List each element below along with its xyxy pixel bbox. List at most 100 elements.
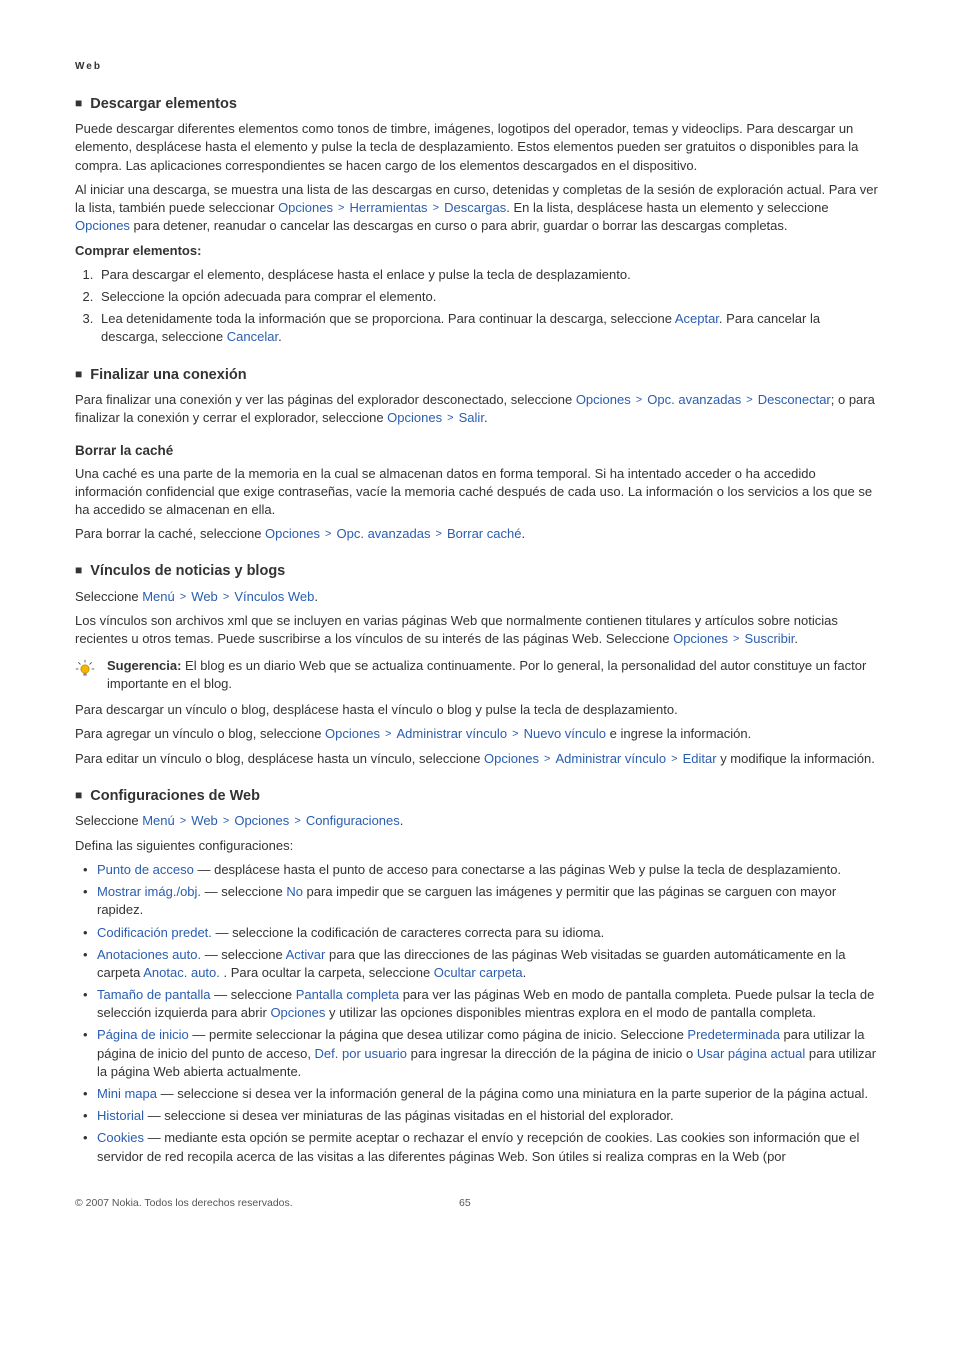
step-item: Lea detenidamente toda la información qu… bbox=[97, 310, 879, 346]
step-item: Para descargar el elemento, desplácese h… bbox=[97, 266, 879, 284]
option-value: Predeterminada bbox=[687, 1027, 780, 1042]
text: — desplácese hasta el punto de acceso pa… bbox=[194, 862, 841, 877]
path-separator: > bbox=[507, 728, 524, 740]
text: Para finalizar una conexión y ver las pá… bbox=[75, 392, 576, 407]
section-web-config: Configuraciones de Web bbox=[75, 786, 879, 806]
section-download-elements: Descargar elementos bbox=[75, 94, 879, 114]
page-footer: © 2007 Nokia. Todos los derechos reserva… bbox=[75, 1196, 879, 1211]
text: . bbox=[400, 813, 404, 828]
menu-path-link: Descargas bbox=[444, 200, 506, 215]
text: . bbox=[314, 589, 318, 604]
menu-path-link: Opciones bbox=[265, 526, 320, 541]
text: — seleccione si desea ver miniaturas de … bbox=[144, 1108, 674, 1123]
text: Para editar un vínculo o blog, despláces… bbox=[75, 751, 484, 766]
path-separator: > bbox=[333, 202, 350, 214]
menu-path-link: Opciones bbox=[234, 813, 289, 828]
para: Para borrar la caché, seleccione Opcione… bbox=[75, 525, 879, 543]
text: — mediante esta opción se permite acepta… bbox=[97, 1130, 859, 1163]
path-separator: > bbox=[218, 815, 235, 827]
text: . bbox=[484, 410, 488, 425]
option-value: Activar bbox=[286, 947, 326, 962]
path-separator: > bbox=[289, 815, 306, 827]
menu-path-link: Editar bbox=[683, 751, 717, 766]
list-item: Codificación predet. — seleccione la cod… bbox=[97, 924, 879, 942]
list-item: Mini mapa — seleccione si desea ver la i… bbox=[97, 1085, 879, 1103]
menu-path-link: Opciones bbox=[278, 200, 333, 215]
ordered-steps: Para descargar el elemento, desplácese h… bbox=[75, 266, 879, 347]
path-separator: > bbox=[539, 753, 556, 765]
subsection-clear-cache: Borrar la caché bbox=[75, 442, 879, 461]
text: — permite seleccionar la página que dese… bbox=[189, 1027, 688, 1042]
list-item: Anotaciones auto. — seleccione Activar p… bbox=[97, 946, 879, 982]
path-separator: > bbox=[218, 591, 235, 603]
menu-path-link: Web bbox=[191, 813, 218, 828]
text: — seleccione si desea ver la información… bbox=[157, 1086, 868, 1101]
option-value: Opciones bbox=[270, 1005, 325, 1020]
para: Puede descargar diferentes elementos com… bbox=[75, 120, 879, 175]
menu-path-link: Borrar caché bbox=[447, 526, 521, 541]
config-list: Punto de acceso — desplácese hasta el pu… bbox=[75, 861, 879, 1166]
text: — seleccione bbox=[201, 884, 286, 899]
config-key: Página de inicio bbox=[97, 1027, 189, 1042]
option-value: Anotac. auto. bbox=[143, 965, 220, 980]
menu-path-link: Herramientas bbox=[350, 200, 428, 215]
text: . bbox=[278, 329, 282, 344]
text: y utilizar las opciones disponibles mien… bbox=[325, 1005, 816, 1020]
sub-heading-buy: Comprar elementos: bbox=[75, 242, 879, 260]
menu-path-link: Suscribir bbox=[745, 631, 795, 646]
menu-path-link: Opciones bbox=[484, 751, 539, 766]
menu-path-link: Opc. avanzadas bbox=[337, 526, 431, 541]
para: Una caché es una parte de la memoria en … bbox=[75, 465, 879, 520]
menu-path-link: Opciones bbox=[325, 726, 380, 741]
option-value: Def. por usuario bbox=[315, 1046, 408, 1061]
step-item: Seleccione la opción adecuada para compr… bbox=[97, 288, 879, 306]
list-item: Punto de acceso — desplácese hasta el pu… bbox=[97, 861, 879, 879]
menu-path-link: Salir bbox=[459, 410, 484, 425]
option-cancel: Cancelar bbox=[227, 329, 278, 344]
menu-path-link: Opciones bbox=[576, 392, 631, 407]
page-number: 65 bbox=[459, 1196, 879, 1211]
running-header: Web bbox=[75, 60, 879, 74]
para: Para finalizar una conexión y ver las pá… bbox=[75, 391, 879, 428]
tip-label: Sugerencia: bbox=[107, 658, 185, 673]
menu-path-link: Web bbox=[191, 589, 218, 604]
tip-text: Sugerencia: El blog es un diario Web que… bbox=[107, 657, 879, 693]
config-key: Mostrar imág./obj. bbox=[97, 884, 201, 899]
text: Seleccione bbox=[75, 813, 142, 828]
text: — seleccione bbox=[210, 987, 295, 1002]
text: — seleccione bbox=[201, 947, 286, 962]
path-separator: > bbox=[175, 591, 192, 603]
option-value: Ocultar carpeta bbox=[434, 965, 523, 980]
menu-path-link: Menú bbox=[142, 589, 175, 604]
text: para ingresar la dirección de la página … bbox=[407, 1046, 697, 1061]
menu-path-link: Vínculos Web bbox=[234, 589, 314, 604]
list-item: Historial — seleccione si desea ver mini… bbox=[97, 1107, 879, 1125]
text: — seleccione la codificación de caracter… bbox=[212, 925, 604, 940]
path-separator: > bbox=[666, 753, 683, 765]
text: y modifique la información. bbox=[717, 751, 875, 766]
path-separator: > bbox=[442, 412, 459, 424]
config-key: Punto de acceso bbox=[97, 862, 194, 877]
section-end-connection: Finalizar una conexión bbox=[75, 365, 879, 385]
path-separator: > bbox=[320, 528, 337, 540]
list-item: Tamaño de pantalla — seleccione Pantalla… bbox=[97, 986, 879, 1022]
text: . bbox=[794, 631, 798, 646]
para: Al iniciar una descarga, se muestra una … bbox=[75, 181, 879, 236]
menu-path-link: Opc. avanzadas bbox=[647, 392, 741, 407]
path-separator: > bbox=[728, 633, 745, 645]
menu-path-link: Opciones bbox=[387, 410, 442, 425]
option-value: Usar página actual bbox=[697, 1046, 805, 1061]
config-key: Mini mapa bbox=[97, 1086, 157, 1101]
para: Seleccione Menú > Web > Vínculos Web. bbox=[75, 588, 879, 606]
text: . bbox=[523, 965, 527, 980]
text: para detener, reanudar o cancelar las de… bbox=[130, 218, 788, 233]
list-item: Mostrar imág./obj. — seleccione No para … bbox=[97, 883, 879, 919]
text: Lea detenidamente toda la información qu… bbox=[101, 311, 675, 326]
text: El blog es un diario Web que se actualiz… bbox=[107, 658, 866, 691]
config-key: Anotaciones auto. bbox=[97, 947, 201, 962]
path-separator: > bbox=[175, 815, 192, 827]
para: Los vínculos son archivos xml que se inc… bbox=[75, 612, 879, 649]
tip-icon bbox=[75, 657, 107, 684]
text: . Para ocultar la carpeta, seleccione bbox=[220, 965, 434, 980]
tip-block: Sugerencia: El blog es un diario Web que… bbox=[75, 657, 879, 693]
